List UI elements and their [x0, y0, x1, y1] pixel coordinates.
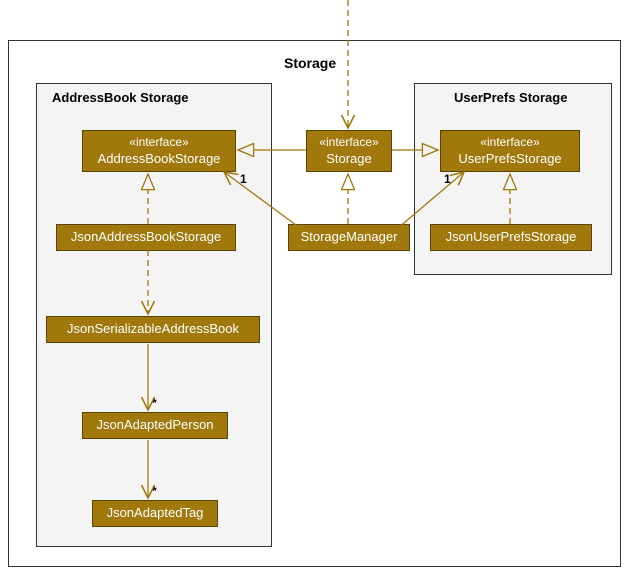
- class-name: JsonAdaptedPerson: [91, 417, 219, 434]
- class-storagemanager: StorageManager: [288, 224, 410, 251]
- class-jsonadaptedtag: JsonAdaptedTag: [92, 500, 218, 527]
- class-name: StorageManager: [297, 229, 401, 246]
- stereotype-label: «interface»: [315, 135, 383, 151]
- multiplicity-tag-many: *: [152, 484, 157, 498]
- class-jsonadaptedperson: JsonAdaptedPerson: [82, 412, 228, 439]
- package-addressbook-title: AddressBook Storage: [52, 90, 189, 105]
- class-jsonserializableaddressbook: JsonSerializableAddressBook: [46, 316, 260, 343]
- class-jsonuserprefsstorage: JsonUserPrefsStorage: [430, 224, 592, 251]
- class-name: JsonAddressBookStorage: [65, 229, 227, 246]
- multiplicity-ups-one: 1: [444, 172, 451, 186]
- package-storage-title: Storage: [284, 55, 336, 71]
- stereotype-label: «interface»: [91, 135, 227, 151]
- class-name: AddressBookStorage: [91, 151, 227, 168]
- class-addressbookstorage-interface: «interface» AddressBookStorage: [82, 130, 236, 172]
- class-userprefsstorage-interface: «interface» UserPrefsStorage: [440, 130, 580, 172]
- multiplicity-abs-one: 1: [240, 172, 247, 186]
- package-userprefs-title: UserPrefs Storage: [454, 90, 567, 105]
- class-name: JsonAdaptedTag: [101, 505, 209, 522]
- class-name: JsonUserPrefsStorage: [439, 229, 583, 246]
- class-name: Storage: [315, 151, 383, 168]
- class-name: JsonSerializableAddressBook: [55, 321, 251, 338]
- class-name: UserPrefsStorage: [449, 151, 571, 168]
- multiplicity-person-many: *: [152, 396, 157, 410]
- class-storage-interface: «interface» Storage: [306, 130, 392, 172]
- stereotype-label: «interface»: [449, 135, 571, 151]
- class-jsonaddressbookstorage: JsonAddressBookStorage: [56, 224, 236, 251]
